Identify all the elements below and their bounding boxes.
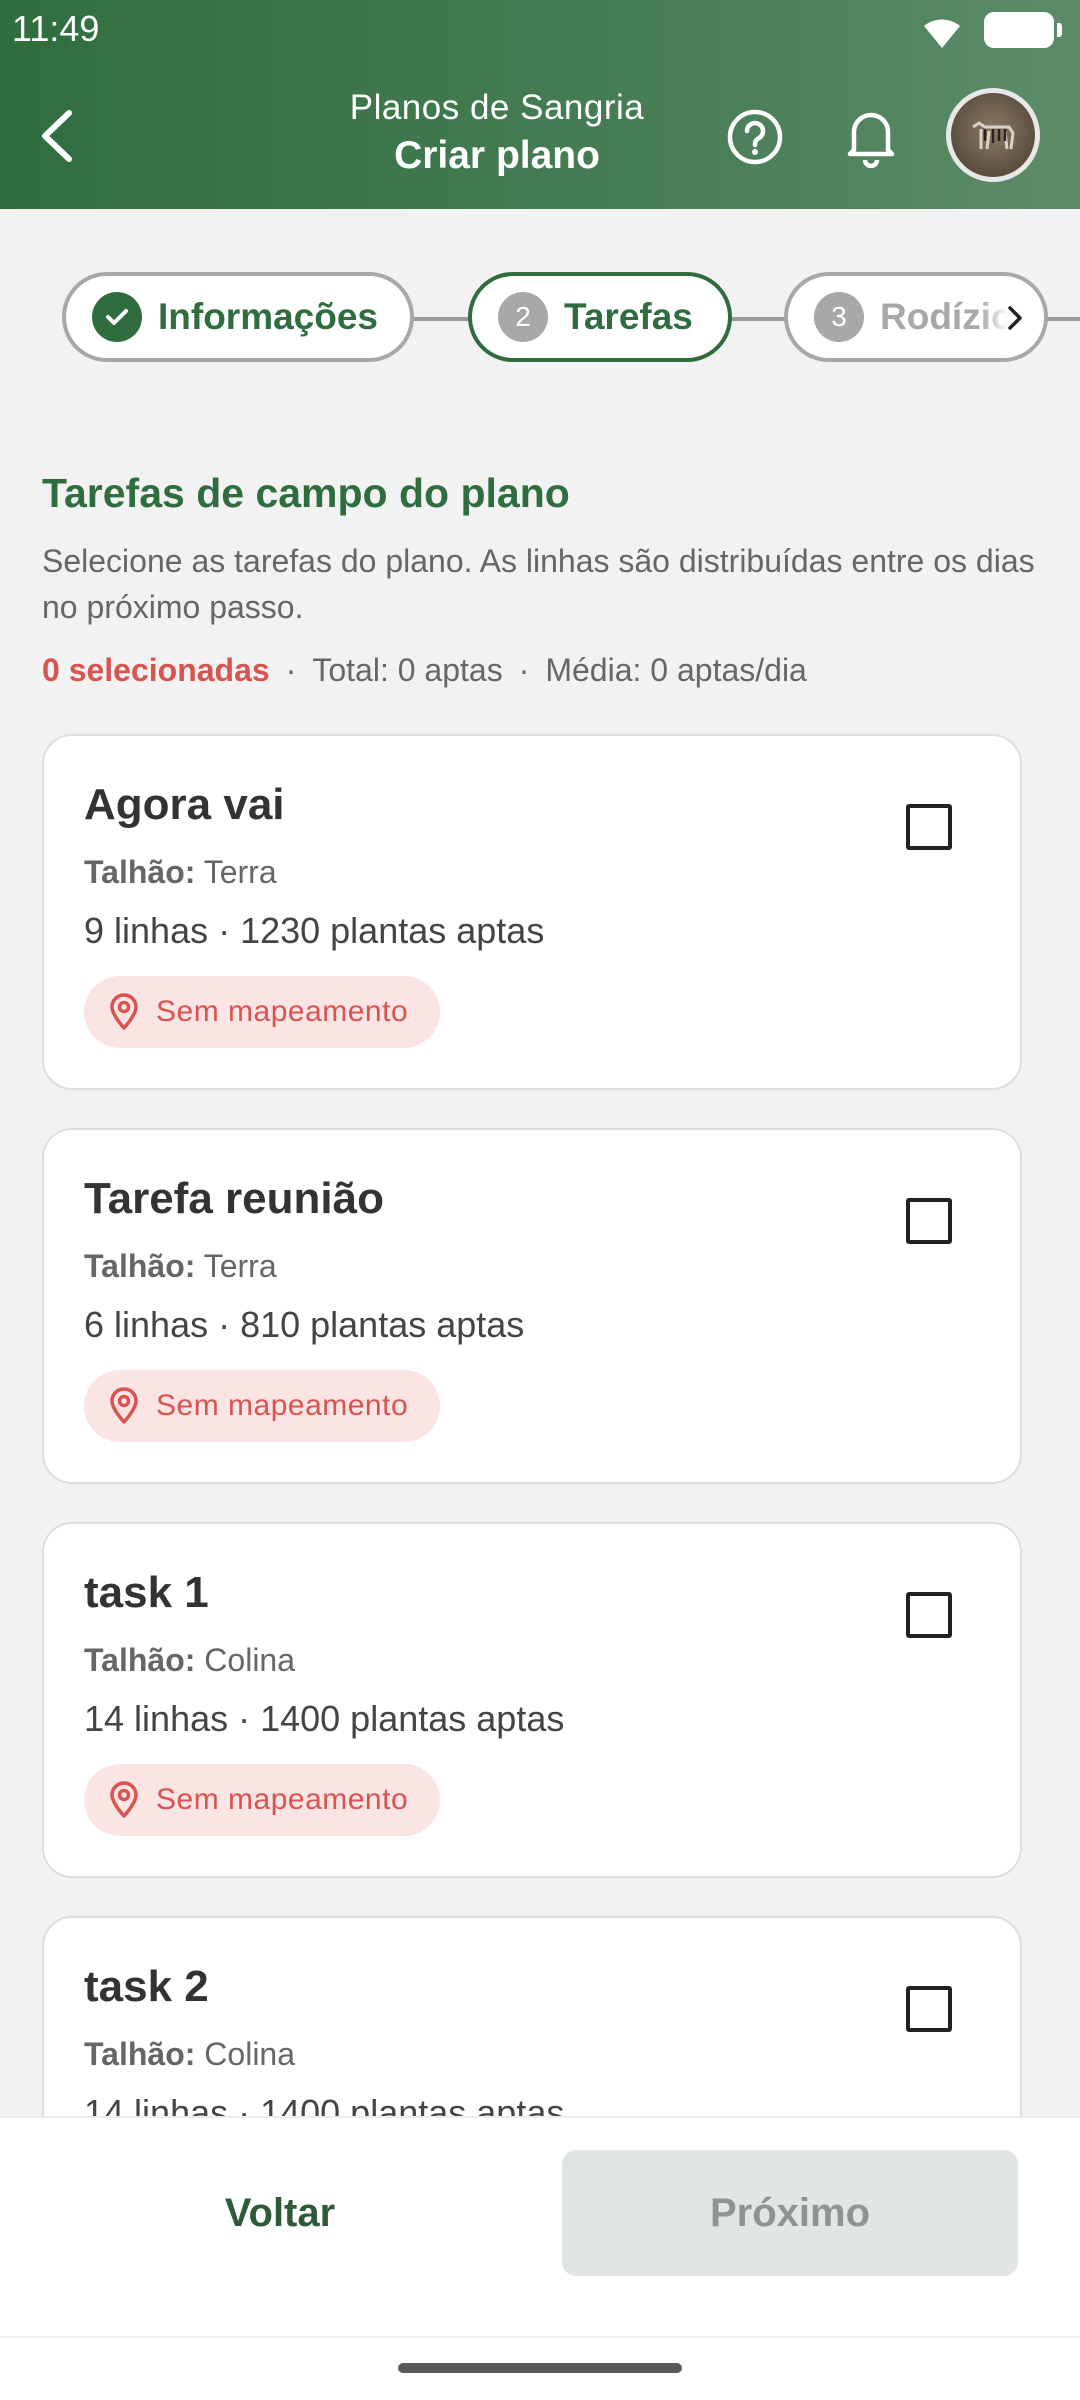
step-connector [412, 317, 472, 321]
badge-label: Sem mapeamento [156, 1389, 409, 1422]
no-mapping-badge: Sem mapeamento [84, 1370, 441, 1442]
task-name: Agora vai [84, 780, 285, 829]
task-stats: 14 linhas · 1400 plantas aptas [84, 1698, 565, 1739]
check-icon [92, 292, 142, 342]
task-checkbox[interactable] [906, 1592, 952, 1638]
task-list: Agora vai Talhão: Terra 9 linhas · 1230 … [42, 734, 1022, 2116]
wifi-icon [924, 19, 960, 48]
step-number: 2 [498, 292, 548, 342]
talhao-label: Talhão: [84, 1248, 196, 1284]
app-header: 11:49 Planos de Sangria Criar plano [0, 0, 1080, 209]
badge-label: Sem mapeamento [156, 995, 409, 1028]
task-name: task 2 [84, 1962, 209, 2011]
task-stats: 6 linhas · 810 plantas aptas [84, 1304, 525, 1345]
summary-separator: · [518, 652, 530, 688]
step-tarefas[interactable]: 2 Tarefas [468, 272, 732, 362]
step-connector [1046, 317, 1080, 321]
map-pin-icon [110, 993, 138, 1030]
bottom-action-bar: Voltar Próximo [0, 2116, 1080, 2400]
talhao-value: Terra [203, 854, 277, 890]
total-aptas: Total: 0 aptas [312, 652, 503, 688]
section-description: Selecione as tarefas do plano. As linhas… [42, 543, 1035, 625]
talhao-value: Terra [203, 1248, 277, 1284]
task-talhao: Talhão: Colina [84, 2036, 295, 2073]
divider [0, 2336, 1080, 2338]
task-checkbox[interactable] [906, 1198, 952, 1244]
bell-icon[interactable] [842, 104, 900, 168]
section-title: Tarefas de campo do plano [42, 470, 570, 516]
task-stats: 9 linhas · 1230 plantas aptas [84, 910, 545, 951]
step-rodizio[interactable]: 3 Rodízio [784, 272, 1048, 362]
selected-count: 0 selecionadas [42, 652, 270, 688]
selection-summary: 0 selecionadas · Total: 0 aptas · Média:… [42, 652, 807, 689]
task-name: Tarefa reunião [84, 1174, 384, 1223]
no-mapping-badge: Sem mapeamento [84, 1764, 441, 1836]
task-card[interactable]: Tarefa reunião Talhão: Terra 6 linhas · … [42, 1128, 1022, 1484]
summary-separator: · [285, 652, 297, 688]
task-checkbox[interactable] [906, 804, 952, 850]
status-icons [918, 10, 1062, 50]
avatar[interactable] [946, 88, 1040, 182]
map-pin-icon [110, 1387, 138, 1424]
average-aptas: Média: 0 aptas/dia [545, 652, 807, 688]
task-talhao: Talhão: Colina [84, 1642, 295, 1679]
battery-icon [984, 12, 1062, 48]
task-stats: 14 linhas · 1400 plantas aptas [84, 2092, 565, 2116]
home-indicator[interactable] [398, 2363, 682, 2373]
step-connector [730, 317, 788, 321]
task-card[interactable]: task 2 Talhão: Colina 14 linhas · 1400 p… [42, 1916, 1022, 2116]
step-number: 3 [814, 292, 864, 342]
talhao-label: Talhão: [84, 854, 196, 890]
task-card[interactable]: task 1 Talhão: Colina 14 linhas · 1400 p… [42, 1522, 1022, 1878]
stepper: Informações 2 Tarefas 3 Rodízio [0, 270, 1080, 366]
task-card[interactable]: Agora vai Talhão: Terra 9 linhas · 1230 … [42, 734, 1022, 1090]
status-time: 11:49 [12, 8, 100, 49]
help-icon[interactable] [724, 106, 786, 168]
task-checkbox[interactable] [906, 1986, 952, 2032]
step-informacoes[interactable]: Informações [62, 272, 414, 362]
talhao-label: Talhão: [84, 1642, 196, 1678]
task-talhao: Talhão: Terra [84, 854, 277, 891]
next-button[interactable]: Próximo [562, 2150, 1018, 2276]
step-label: Informações [158, 296, 379, 337]
badge-label: Sem mapeamento [156, 1783, 409, 1816]
back-button[interactable]: Voltar [0, 2150, 560, 2276]
step-label: Tarefas [564, 296, 693, 337]
talhao-value: Colina [204, 1642, 296, 1678]
talhao-label: Talhão: [84, 2036, 196, 2072]
map-pin-icon [110, 1781, 138, 1818]
no-mapping-badge: Sem mapeamento [84, 976, 441, 1048]
talhao-value: Colina [204, 2036, 296, 2072]
chevron-right-icon [1008, 306, 1022, 330]
task-talhao: Talhão: Terra [84, 1248, 277, 1285]
zebra-icon [972, 121, 1015, 150]
task-name: task 1 [84, 1568, 209, 1617]
